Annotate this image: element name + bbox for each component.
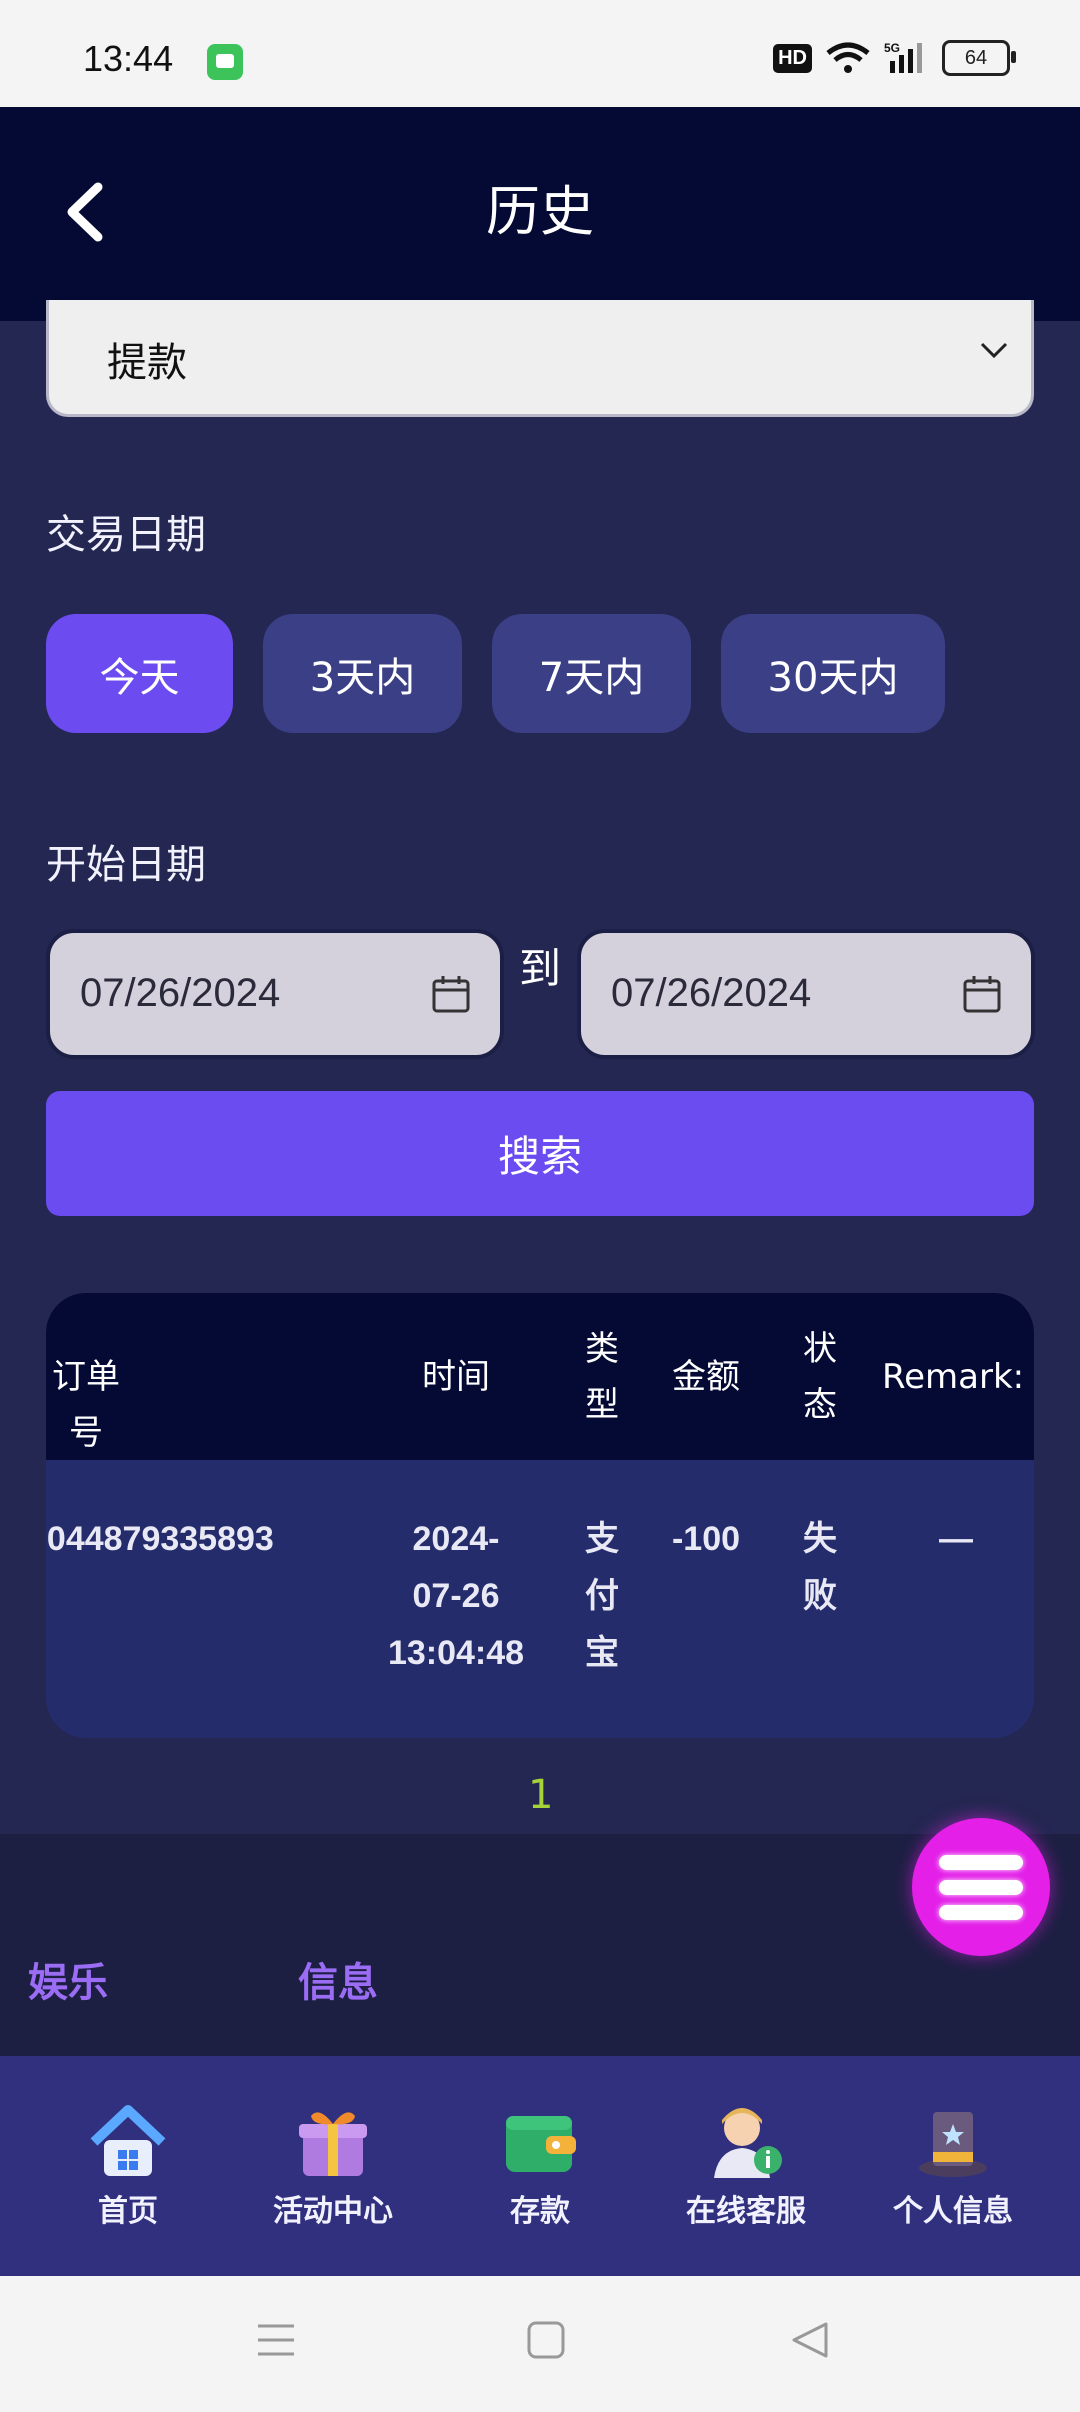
messages-app-icon <box>207 44 243 80</box>
cell-date-year: 2024- <box>412 1520 500 1558</box>
range-separator: 到 <box>519 944 562 993</box>
tab-activity-center[interactable]: 活动中心 <box>225 2056 441 2276</box>
cell-remark: — <box>939 1520 973 1558</box>
chevron-down-icon <box>980 342 1008 359</box>
header-status: 状态 <box>803 1329 837 1425</box>
history-table: 订单号 时间 类型 金额 状态 Remark: 6044879335893 20… <box>46 1293 1034 1738</box>
start-date-label: 开始日期 <box>46 842 206 888</box>
cell-type: 支付宝 <box>585 1519 619 1673</box>
cell-date-day: 07-26 <box>412 1577 500 1615</box>
menu-fab[interactable] <box>912 1818 1050 1956</box>
battery-icon: 64 <box>942 40 1016 76</box>
start-date-input[interactable]: 07/26/2024 <box>46 929 504 1059</box>
header-time: 时间 <box>422 1357 490 1397</box>
top-header: 历史 <box>0 107 1080 321</box>
start-date-value: 07/26/2024 <box>80 971 281 1015</box>
status-icons: HD 5G 64 <box>773 40 1016 76</box>
chip-today[interactable]: 今天 <box>46 614 233 733</box>
footer-link-entertainment[interactable]: 娱乐 <box>28 1950 108 2008</box>
gift-icon <box>299 2112 367 2176</box>
chip-7-days[interactable]: 7天内 <box>492 614 691 733</box>
signal-icon: 5G <box>884 41 922 73</box>
system-nav-bar <box>0 2276 1080 2412</box>
chip-3-days[interactable]: 3天内 <box>263 614 462 733</box>
date-range-chips: 今天 3天内 7天内 30天内 <box>46 614 945 733</box>
support-agent-icon <box>714 2108 782 2178</box>
status-bar: 13:44 HD 5G 64 <box>0 0 1080 107</box>
tab-label: 首页 <box>98 2194 158 2229</box>
transaction-type-select[interactable]: 提款 <box>46 300 1034 417</box>
tab-profile[interactable]: 个人信息 <box>845 2056 1061 2276</box>
cell-order: 6044879335893 <box>46 1520 274 1558</box>
svg-text:5G: 5G <box>884 41 900 55</box>
header-type: 类型 <box>585 1329 619 1425</box>
hat-icon <box>919 2112 987 2177</box>
select-value: 提款 <box>107 340 187 386</box>
cell-time: 13:04:48 <box>387 1634 525 1672</box>
header-amount: 金额 <box>672 1357 740 1397</box>
bottom-tab-bar: 首页 活动中心 存款 在线客服 个人信息 <box>0 2056 1080 2276</box>
calendar-icon[interactable] <box>432 975 470 1013</box>
transaction-date-label: 交易日期 <box>46 512 206 558</box>
header-remark: Remark: <box>882 1357 1025 1397</box>
menu-icon-bar <box>939 1855 1023 1870</box>
page-title: 历史 <box>486 180 594 243</box>
search-button[interactable]: 搜索 <box>46 1091 1034 1216</box>
end-date-input[interactable]: 07/26/2024 <box>577 929 1035 1059</box>
chip-30-days[interactable]: 30天内 <box>721 614 945 733</box>
menu-icon-bar <box>939 1905 1023 1920</box>
table-header: 订单号 时间 类型 金额 状态 Remark: <box>46 1293 1034 1460</box>
tab-label: 在线客服 <box>686 2194 806 2229</box>
wifi-icon <box>826 42 870 73</box>
tab-deposit[interactable]: 存款 <box>432 2056 648 2276</box>
home-nav-icon[interactable] <box>526 2320 566 2360</box>
tab-label: 个人信息 <box>893 2194 1013 2229</box>
cell-amount: -100 <box>671 1520 741 1558</box>
cell-status: 失败 <box>803 1519 837 1616</box>
calendar-icon[interactable] <box>963 975 1001 1013</box>
hd-icon: HD <box>773 43 812 73</box>
header-order: 订单号 <box>52 1357 120 1453</box>
wallet-icon <box>506 2116 576 2172</box>
footer-link-info[interactable]: 信息 <box>298 1950 378 2008</box>
menu-nav-icon[interactable] <box>256 2320 296 2360</box>
tab-customer-service[interactable]: 在线客服 <box>638 2056 854 2276</box>
tab-label: 存款 <box>510 2194 570 2229</box>
page-number[interactable]: 1 <box>528 1772 553 1818</box>
end-date-value: 07/26/2024 <box>611 971 812 1015</box>
status-time: 13:44 <box>83 38 174 79</box>
home-icon <box>90 2105 166 2176</box>
back-nav-icon[interactable] <box>790 2320 830 2360</box>
menu-icon-bar <box>939 1880 1023 1895</box>
tab-label: 活动中心 <box>273 2194 393 2229</box>
tab-home[interactable]: 首页 <box>20 2056 236 2276</box>
